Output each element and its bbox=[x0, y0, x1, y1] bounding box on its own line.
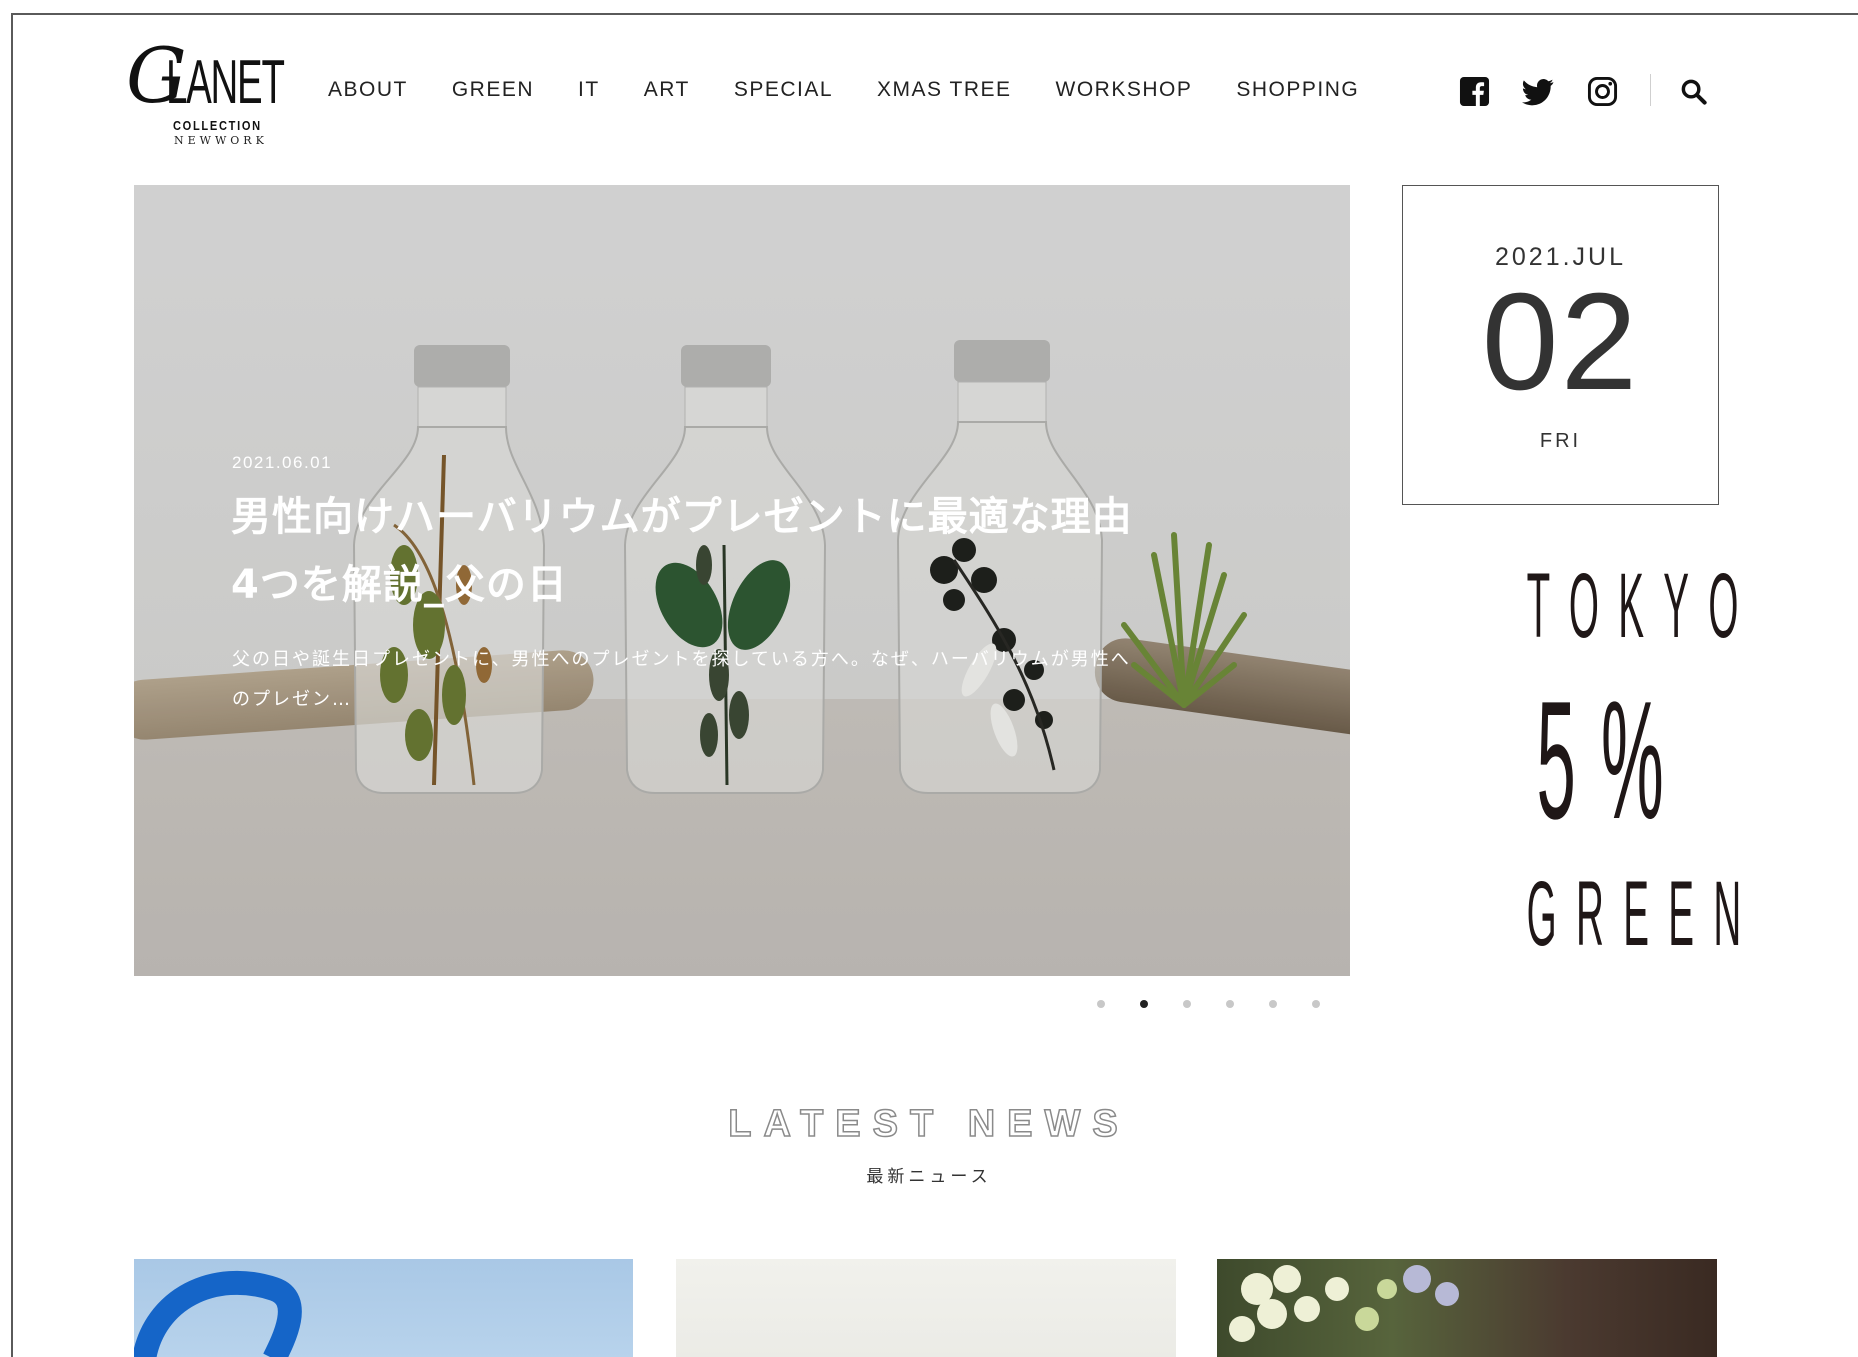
nav-item-it[interactable]: IT bbox=[578, 78, 600, 102]
twitter-icon[interactable] bbox=[1521, 76, 1555, 108]
hero-slider[interactable]: 2021.06.01 男性向けハーバリウムがプレゼントに最適な理由4つを解説_父… bbox=[134, 185, 1350, 976]
hero-post-excerpt: 父の日や誕生日プレゼントに、男性へのプレゼントを探している方へ。なぜ、ハーバリウ… bbox=[232, 649, 1131, 710]
slider-dot-2[interactable] bbox=[1140, 1000, 1148, 1008]
main-nav: ABOUT GREEN IT ART SPECIAL XMAS TREE WOR… bbox=[328, 78, 1359, 102]
nav-item-about[interactable]: ABOUT bbox=[328, 78, 408, 102]
latest-news-subheading: 最新ニュース bbox=[866, 1167, 992, 1187]
slider-dot-1[interactable] bbox=[1097, 1000, 1105, 1008]
hero-post-date: 2021.06.01 bbox=[232, 453, 333, 472]
slider-dot-4[interactable] bbox=[1226, 1000, 1234, 1008]
date-widget: 2021.JUL 02 FRI bbox=[1402, 185, 1719, 505]
logo-collection: COLLECTION bbox=[173, 118, 262, 133]
banner-line-green: GREEN bbox=[1526, 863, 1761, 965]
banner-line-tokyo: TOKYO bbox=[1526, 555, 1758, 657]
instagram-icon[interactable] bbox=[1587, 76, 1618, 107]
nav-item-workshop[interactable]: WORKSHOP bbox=[1056, 78, 1193, 102]
nav-item-shopping[interactable]: SHOPPING bbox=[1236, 78, 1359, 102]
news-card-thumbnail[interactable] bbox=[1217, 1259, 1717, 1357]
slider-pagination bbox=[1097, 1000, 1355, 1008]
date-weekday: FRI bbox=[1539, 430, 1582, 452]
site-logo[interactable]: G LANET COLLECTION NEWWORK bbox=[126, 38, 285, 148]
ribbon-image bbox=[134, 1270, 302, 1357]
header-divider bbox=[1650, 74, 1651, 106]
hero-post-title[interactable]: 男性向けハーバリウムがプレゼントに最適な理由4つを解説_父の日 bbox=[231, 483, 1151, 619]
slider-dot-6[interactable] bbox=[1312, 1000, 1320, 1008]
flowers-image bbox=[1229, 1265, 1459, 1342]
nav-item-green[interactable]: GREEN bbox=[452, 78, 534, 102]
slider-dot-5[interactable] bbox=[1269, 1000, 1277, 1008]
nav-item-art[interactable]: ART bbox=[644, 78, 690, 102]
nav-item-xmas-tree[interactable]: XMAS TREE bbox=[877, 78, 1011, 102]
search-icon[interactable] bbox=[1680, 78, 1707, 105]
tokyo-green-banner[interactable]: TOKYO 5% GREEN bbox=[1402, 555, 1761, 965]
date-day: 02 bbox=[1481, 265, 1640, 419]
news-card-thumbnail[interactable] bbox=[676, 1259, 1176, 1357]
logo-name: LANET bbox=[166, 48, 285, 117]
nav-item-special[interactable]: SPECIAL bbox=[734, 78, 833, 102]
facebook-icon[interactable] bbox=[1459, 76, 1490, 107]
banner-line-percent: 5% bbox=[1536, 666, 1689, 854]
news-card-thumbnail[interactable] bbox=[134, 1259, 633, 1357]
latest-news-heading: LATEST NEWS bbox=[727, 1102, 1130, 1146]
logo-newwork: NEWWORK bbox=[174, 134, 268, 147]
slider-dot-3[interactable] bbox=[1183, 1000, 1191, 1008]
